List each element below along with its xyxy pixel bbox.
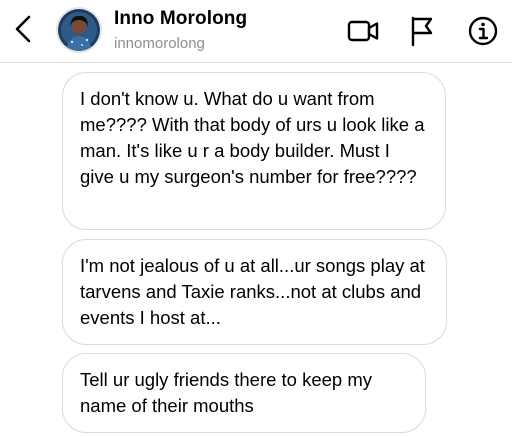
message-bubble[interactable]: I'm not jealous of u at all...ur songs p… xyxy=(62,239,447,345)
report-button[interactable] xyxy=(404,14,438,48)
video-camera-icon xyxy=(347,20,379,42)
contact-name[interactable]: Inno Morolong xyxy=(114,8,247,30)
chat-header: Inno Morolong innomorolong xyxy=(0,0,512,62)
flag-icon xyxy=(411,16,433,47)
avatar[interactable] xyxy=(56,7,102,53)
chevron-left-icon xyxy=(15,15,31,43)
back-button[interactable] xyxy=(12,14,36,44)
header-divider xyxy=(0,62,512,63)
message-bubble[interactable]: I don't know u. What do u want from me??… xyxy=(62,72,446,230)
contact-username: innomorolong xyxy=(114,35,205,52)
avatar-image xyxy=(58,9,100,51)
info-icon xyxy=(468,16,498,46)
info-button[interactable] xyxy=(466,14,500,48)
message-bubble[interactable]: Tell ur ugly friends there to keep my na… xyxy=(62,353,426,433)
video-call-button[interactable] xyxy=(346,14,380,48)
